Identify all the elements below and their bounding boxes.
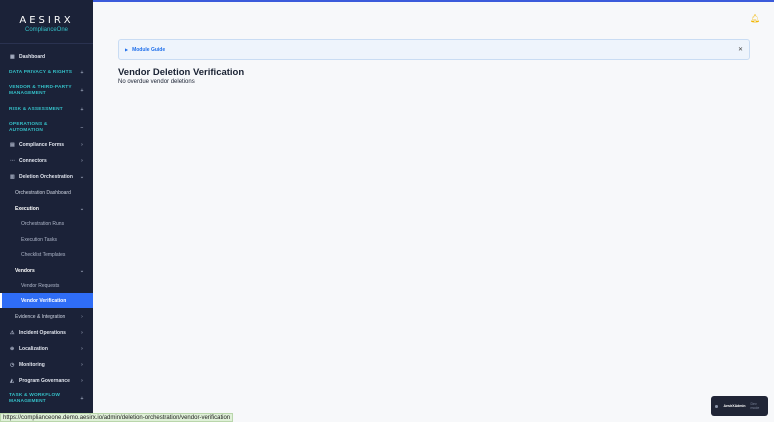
- sidebar-item-label: Orchestration Dashboard: [15, 190, 71, 196]
- section-vendor-management[interactable]: VENDOR & THIRD-PARTY MANAGEMENT +: [0, 84, 93, 98]
- section-risk-assessment[interactable]: RISK & ASSESSMENT +: [0, 106, 93, 114]
- sidebar-item-label: Compliance Forms: [19, 142, 65, 148]
- sidebar-item-program-governance[interactable]: ◭ Program Governance ›: [0, 377, 93, 385]
- sidebar-item-label: Deletion Orchestration: [19, 174, 73, 180]
- chevron-right-icon: ›: [81, 330, 83, 336]
- chevron-down-icon: ⌄: [79, 174, 85, 180]
- chevron-right-icon: ›: [81, 142, 83, 148]
- sidebar-item-monitoring[interactable]: ◷ Monitoring ›: [0, 361, 93, 369]
- brand-product: ComplianceOne: [24, 26, 69, 33]
- globe-icon: ⊕: [10, 346, 15, 352]
- chevron-right-icon: ›: [81, 314, 83, 320]
- minus-icon: −: [80, 125, 84, 131]
- chevron-right-icon: ›: [81, 158, 83, 164]
- plus-icon: +: [80, 88, 84, 94]
- sidebar-item-label: Vendor Verification: [21, 297, 67, 304]
- clock-icon: ◷: [10, 362, 15, 368]
- connector-icon: ⋯: [10, 158, 15, 164]
- sidebar-group-vendors[interactable]: Vendors ⌄: [0, 267, 93, 275]
- sidebar-item-label: Orchestration Runs: [21, 221, 65, 227]
- sidebar-item-execution-tasks[interactable]: Execution Tasks: [0, 236, 93, 244]
- chart-icon: ◭: [10, 378, 14, 384]
- section-label: TASK & WORKFLOW MANAGEMENT: [9, 393, 61, 404]
- section-label: RISK & ASSESSMENT: [9, 107, 63, 112]
- chevron-right-icon: ›: [81, 362, 83, 368]
- form-icon: ▤: [10, 142, 15, 148]
- sidebar-item-label: Execution Tasks: [21, 237, 58, 243]
- bell-icon[interactable]: 🔔︎: [750, 14, 760, 23]
- sidebar-item-incident-operations[interactable]: ⚠ Incident Operations ›: [0, 329, 93, 337]
- plus-icon: +: [80, 70, 84, 76]
- section-task-workflow[interactable]: TASK & WORKFLOW MANAGEMENT +: [0, 392, 93, 406]
- empty-state-text: No overdue vendor deletions: [118, 79, 195, 85]
- plus-icon: +: [80, 107, 84, 113]
- sidebar-item-label: Checklist Templates: [21, 252, 66, 258]
- toolbar-user: AesirXAdmin: [723, 404, 746, 408]
- section-label: VENDOR & THIRD-PARTY MANAGEMENT: [9, 85, 72, 96]
- sidebar-item-orchestration-runs[interactable]: Orchestration Runs: [0, 220, 93, 228]
- chevron-right-icon: ›: [81, 346, 83, 352]
- sidebar-item-vendor-requests[interactable]: Vendor Requests: [0, 282, 93, 290]
- sidebar-item-localization[interactable]: ⊕ Localization ›: [0, 345, 93, 353]
- sidebar-item-checklist-templates[interactable]: Checklist Templates: [0, 251, 93, 259]
- sidebar-item-deletion-orchestration[interactable]: ▥ Deletion Orchestration ⌄: [0, 173, 93, 181]
- sidebar: AESIRX ComplianceOne ▦ Dashboard DATA PR…: [0, 0, 93, 422]
- sidebar-item-orchestration-dashboard[interactable]: Orchestration Dashboard: [0, 189, 93, 197]
- section-data-privacy[interactable]: DATA PRIVACY & RIGHTS +: [0, 69, 93, 77]
- sidebar-item-evidence-integration[interactable]: Evidence & Integration ›: [0, 313, 93, 321]
- page-title: Vendor Deletion Verification: [118, 67, 245, 78]
- trash-icon: ▥: [10, 174, 15, 180]
- section-label: OPERATIONS & AUTOMATION: [9, 122, 48, 133]
- grid-icon: ▦: [10, 54, 15, 60]
- toolbar-mode: Dev mode: [750, 402, 760, 410]
- warning-icon: ⚠: [10, 330, 15, 336]
- sidebar-item-label: Dashboard: [19, 54, 46, 60]
- sidebar-item-connectors[interactable]: ⋯ Connectors ›: [0, 157, 93, 165]
- sidebar-item-vendor-verification[interactable]: Vendor Verification: [0, 293, 93, 308]
- expand-triangle-icon: ▶: [125, 47, 129, 52]
- link-status-bar: https://complianceone.demo.aesirx.io/adm…: [0, 413, 234, 422]
- brand-logo[interactable]: AESIRX ComplianceOne: [0, 0, 93, 44]
- section-operations-automation[interactable]: OPERATIONS & AUTOMATION −: [0, 121, 93, 135]
- close-icon[interactable]: ✕: [738, 46, 743, 53]
- module-guide-banner[interactable]: ▶ Module Guide ✕: [118, 39, 750, 60]
- brand-name: AESIRX: [19, 14, 74, 26]
- module-guide-label: Module Guide: [132, 46, 166, 53]
- sidebar-item-label: Execution: [15, 206, 39, 212]
- sidebar-item-dashboard[interactable]: ▦ Dashboard: [0, 53, 93, 61]
- section-label: DATA PRIVACY & RIGHTS: [9, 70, 73, 75]
- debug-toolbar[interactable]: AesirXAdmin Dev mode: [711, 396, 768, 416]
- sidebar-item-compliance-forms[interactable]: ▤ Compliance Forms ›: [0, 141, 93, 149]
- status-dot-icon: [715, 404, 718, 408]
- sidebar-item-label: Evidence & Integration: [15, 314, 66, 320]
- sidebar-group-execution[interactable]: Execution ⌄: [0, 205, 93, 213]
- sidebar-item-label: Program Governance: [19, 378, 70, 384]
- sidebar-item-label: Connectors: [19, 158, 47, 164]
- sidebar-item-label: Vendors: [15, 268, 35, 274]
- plus-icon: +: [80, 396, 84, 402]
- chevron-down-icon: ⌄: [79, 206, 85, 212]
- chevron-right-icon: ›: [81, 378, 83, 384]
- sidebar-item-label: Monitoring: [19, 362, 45, 368]
- main-content: 🔔︎ ▶ Module Guide ✕ Vendor Deletion Veri…: [93, 2, 774, 422]
- sidebar-item-label: Localization: [19, 346, 48, 352]
- sidebar-item-label: Vendor Requests: [21, 283, 60, 289]
- sidebar-item-label: Incident Operations: [19, 330, 66, 336]
- chevron-down-icon: ⌄: [79, 268, 85, 274]
